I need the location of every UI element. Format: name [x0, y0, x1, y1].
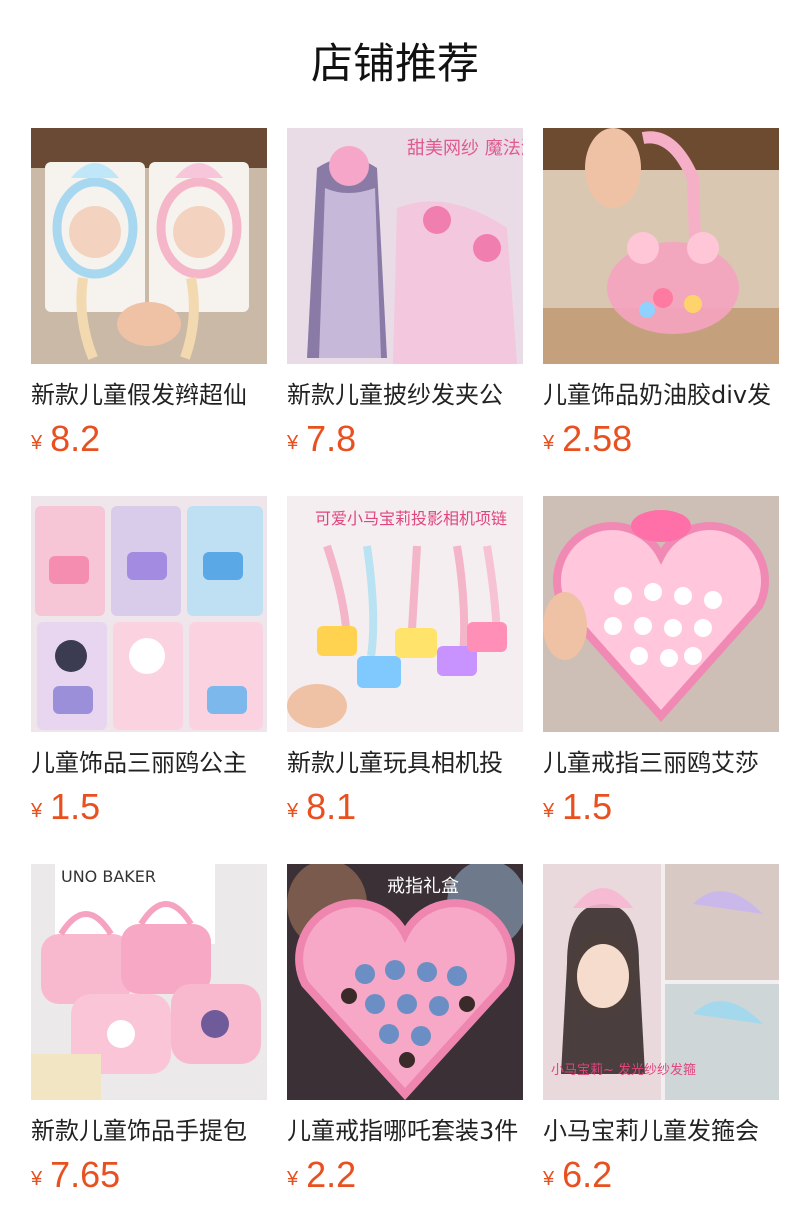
image-caption: UNO BAKER	[61, 867, 156, 886]
product-name: 新款儿童玩具相机投	[287, 749, 503, 777]
product-name: 新款儿童饰品手提包	[31, 1117, 247, 1145]
product-card[interactable]: 儿童饰品三丽鸥公主 ¥1.5	[31, 496, 267, 836]
product-name: 儿童饰品三丽鸥公主	[31, 749, 247, 777]
product-price: ¥1.5	[31, 786, 100, 828]
price-value: 7.8	[306, 418, 357, 459]
product-price: ¥8.2	[31, 418, 100, 460]
currency-symbol: ¥	[287, 432, 299, 454]
price-value: 1.5	[50, 786, 101, 827]
product-card[interactable]: 小马宝莉~ 发光纱纱发箍 小马宝莉儿童发箍会 ¥6.2	[543, 864, 779, 1204]
product-price: ¥2.58	[543, 418, 632, 460]
currency-symbol: ¥	[287, 1168, 299, 1190]
product-card[interactable]: 新款儿童假发辫超仙 ¥8.2	[31, 128, 267, 468]
product-image[interactable]	[543, 496, 779, 732]
image-caption: 小马宝莉~ 发光纱纱发箍	[551, 1062, 696, 1078]
product-price: ¥8.1	[287, 786, 356, 828]
price-value: 1.5	[562, 786, 613, 827]
product-name: 儿童戒指哪吒套装3件	[287, 1117, 519, 1145]
product-image[interactable]: 可爱小马宝莉投影相机项链	[287, 496, 523, 732]
currency-symbol: ¥	[543, 1168, 555, 1190]
product-image[interactable]	[543, 128, 779, 364]
product-card[interactable]: UNO BAKER 新款儿童饰品手提包 ¥7.65	[31, 864, 267, 1204]
image-caption: 可爱小马宝莉投影相机项链	[315, 509, 507, 528]
currency-symbol: ¥	[31, 1168, 43, 1190]
price-value: 7.65	[50, 1154, 121, 1195]
product-price: ¥7.8	[287, 418, 356, 460]
product-card[interactable]: 可爱小马宝莉投影相机项链 新款儿童玩具相机投 ¥8.1	[287, 496, 523, 836]
product-name: 儿童饰品奶油胶div发	[543, 381, 772, 409]
image-caption: 戒指礼盒	[387, 876, 459, 897]
product-name: 新款儿童披纱发夹公	[287, 381, 503, 409]
product-image[interactable]	[31, 496, 267, 732]
product-price: ¥1.5	[543, 786, 612, 828]
product-name: 小马宝莉儿童发箍会	[543, 1117, 759, 1145]
product-price: ¥6.2	[543, 1154, 612, 1196]
currency-symbol: ¥	[287, 800, 299, 822]
product-card[interactable]: 甜美网纱 魔法渐变发夹 新款儿童披纱发夹公 ¥7.8	[287, 128, 523, 468]
price-value: 6.2	[562, 1154, 613, 1195]
product-card[interactable]: 儿童戒指三丽鸥艾莎 ¥1.5	[543, 496, 779, 836]
product-card[interactable]: 儿童饰品奶油胶div发 ¥2.58	[543, 128, 779, 468]
price-value: 8.1	[306, 786, 357, 827]
image-caption: 甜美网纱 魔法渐变发夹	[407, 138, 523, 159]
price-value: 8.2	[50, 418, 101, 459]
price-value: 2.2	[306, 1154, 357, 1195]
currency-symbol: ¥	[31, 800, 43, 822]
currency-symbol: ¥	[31, 432, 43, 454]
product-name: 新款儿童假发辫超仙	[31, 381, 247, 409]
product-image[interactable]: 戒指礼盒	[287, 864, 523, 1100]
currency-symbol: ¥	[543, 432, 555, 454]
product-price: ¥7.65	[31, 1154, 120, 1196]
product-price: ¥2.2	[287, 1154, 356, 1196]
product-name: 儿童戒指三丽鸥艾莎	[543, 749, 759, 777]
product-image[interactable]: UNO BAKER	[31, 864, 267, 1100]
currency-symbol: ¥	[543, 800, 555, 822]
product-image[interactable]	[31, 128, 267, 364]
price-value: 2.58	[562, 418, 633, 459]
page-title: 店铺推荐	[310, 39, 479, 88]
product-image[interactable]: 甜美网纱 魔法渐变发夹	[287, 128, 523, 364]
product-image[interactable]: 小马宝莉~ 发光纱纱发箍	[543, 864, 779, 1100]
product-card[interactable]: 戒指礼盒 儿童戒指哪吒套装3件 ¥2.2	[287, 864, 523, 1204]
